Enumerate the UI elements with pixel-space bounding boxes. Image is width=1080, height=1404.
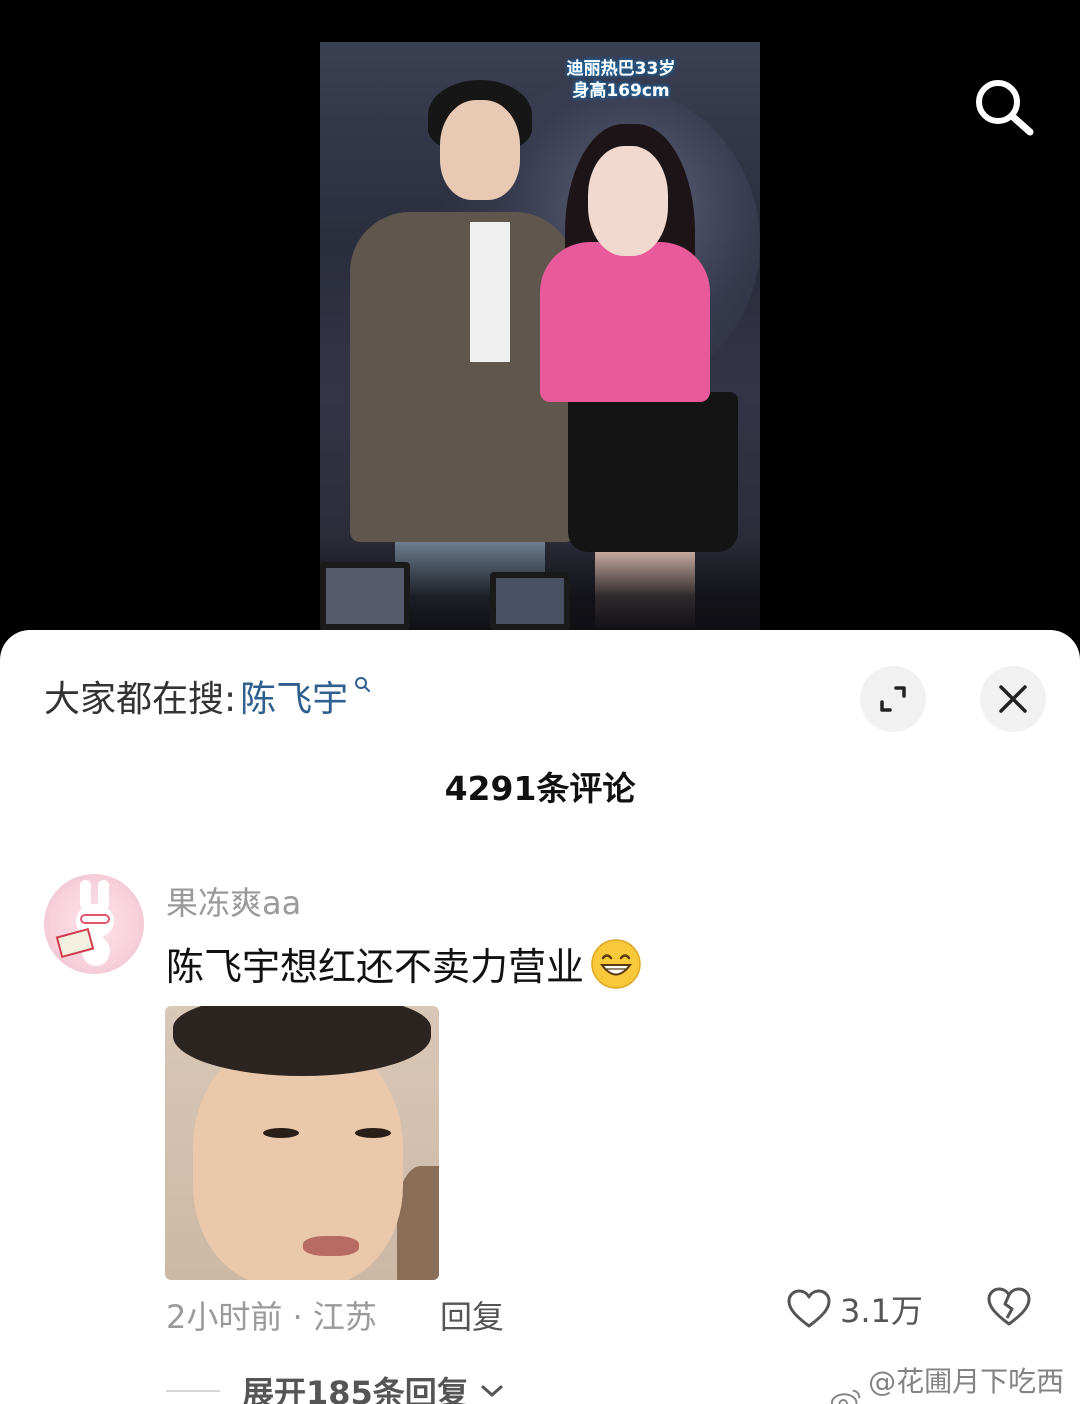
chevron-down-icon: [481, 1385, 503, 1397]
video-player[interactable]: 迪丽热巴33岁 身高169cm: [0, 0, 1080, 660]
caption-line: 身高169cm: [572, 81, 670, 101]
caption-line: 迪丽热巴33岁: [566, 59, 676, 79]
hot-search-term-link[interactable]: 陈飞宇: [240, 670, 348, 722]
broken-heart-icon: [987, 1287, 1031, 1326]
image-mouth: [303, 1236, 359, 1256]
comment-count-title: 4291条评论: [444, 769, 636, 808]
image-background-person: [397, 1166, 439, 1280]
woman-figure-top: [540, 242, 710, 402]
man-figure-shirt: [470, 222, 510, 362]
comment-username[interactable]: 果冻爽aa: [166, 878, 301, 924]
dislike-button[interactable]: [986, 1286, 1032, 1332]
like-button[interactable]: 3.1万: [786, 1286, 923, 1332]
watermark-text: @花圃月下吃西瓜: [868, 1365, 1065, 1398]
comment-body: 陈飞宇想红还不卖力营业: [166, 936, 642, 991]
search-button[interactable]: [968, 72, 1038, 142]
comment-sheet: 大家都在搜: 陈飞宇 4291条评论 果冻爽aa 陈飞宇想红还不卖力营业 2小时…: [0, 630, 1080, 1404]
search-icon: [976, 80, 1034, 136]
video-caption: 迪丽热巴33岁 身高169cm: [552, 58, 690, 102]
small-search-icon: [355, 677, 371, 692]
like-count: 3.1万: [840, 1292, 923, 1330]
woman-figure-head: [588, 146, 668, 256]
man-figure-head: [440, 100, 520, 200]
comment-meta: 2小时前 · 江苏: [166, 1298, 377, 1336]
comment-text: 陈飞宇想红还不卖力营业: [166, 945, 585, 989]
close-button[interactable]: [980, 666, 1046, 732]
video-frame: 迪丽热巴33岁 身高169cm: [320, 42, 760, 630]
hot-search-prefix: 大家都在搜:: [44, 679, 237, 720]
close-icon: [999, 685, 1027, 713]
avatar-rabbit-glasses: [80, 914, 110, 924]
grinning-face-emoji-icon: [591, 938, 641, 989]
hot-search-bar[interactable]: 大家都在搜: 陈飞宇: [44, 670, 372, 722]
camera-screen: [490, 572, 570, 630]
image-eye: [263, 1128, 299, 1138]
reply-button[interactable]: 回复: [440, 1292, 504, 1338]
expand-replies-label: 展开185条回复: [242, 1374, 469, 1404]
weibo-logo-icon: [830, 1389, 861, 1404]
heart-icon: [787, 1289, 831, 1328]
divider-line: [166, 1390, 220, 1392]
image-hair: [173, 1006, 431, 1076]
avatar[interactable]: [44, 874, 144, 974]
expand-button[interactable]: [860, 666, 926, 732]
expand-icon: [880, 686, 906, 712]
comment-image[interactable]: [165, 1006, 439, 1280]
watermark: @花圃月下吃西瓜: [830, 1360, 1080, 1404]
image-eye: [355, 1128, 391, 1138]
expand-replies-button[interactable]: 展开185条回复: [166, 1368, 505, 1404]
woman-figure-skirt: [568, 392, 738, 552]
camera-screen: [320, 562, 410, 630]
